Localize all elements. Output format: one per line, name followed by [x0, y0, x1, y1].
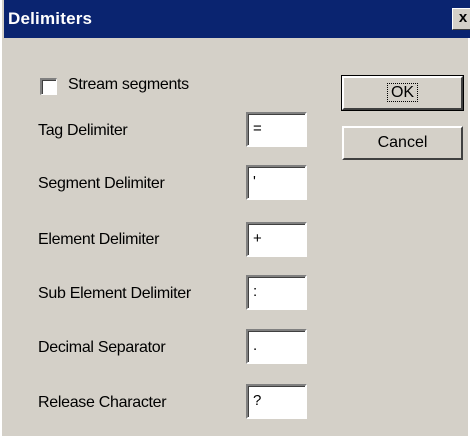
close-icon: x: [458, 9, 468, 26]
close-button[interactable]: x: [452, 8, 470, 30]
cancel-button-label: Cancel: [377, 134, 428, 151]
ok-button-label: OK: [386, 83, 419, 102]
element-delimiter-label: Element Delimiter: [38, 231, 160, 248]
sub-element-delimiter-field[interactable]: :: [246, 275, 307, 310]
decimal-separator-label: Decimal Separator: [38, 339, 166, 356]
release-character-field[interactable]: ?: [246, 384, 307, 419]
stream-segments-label[interactable]: Stream segments: [68, 76, 189, 94]
ok-button[interactable]: OK: [341, 75, 464, 111]
segment-delimiter-label: Segment Delimiter: [38, 175, 165, 192]
tag-delimiter-field[interactable]: =: [246, 112, 307, 147]
dialog-title: Delimiters: [8, 9, 93, 28]
tag-delimiter-label: Tag Delimiter: [38, 122, 128, 139]
decimal-separator-field[interactable]: .: [246, 329, 307, 364]
release-character-label: Release Character: [38, 394, 167, 411]
cancel-button[interactable]: Cancel: [342, 126, 463, 160]
element-delimiter-field[interactable]: +: [246, 222, 307, 257]
segment-delimiter-field[interactable]: ': [246, 165, 307, 200]
delimiters-dialog: Delimiters x Stream segments Tag Delimit…: [0, 0, 470, 436]
title-bar[interactable]: Delimiters x: [4, 0, 470, 38]
stream-segments-checkbox[interactable]: [40, 78, 57, 95]
sub-element-delimiter-label: Sub Element Delimiter: [38, 285, 191, 302]
